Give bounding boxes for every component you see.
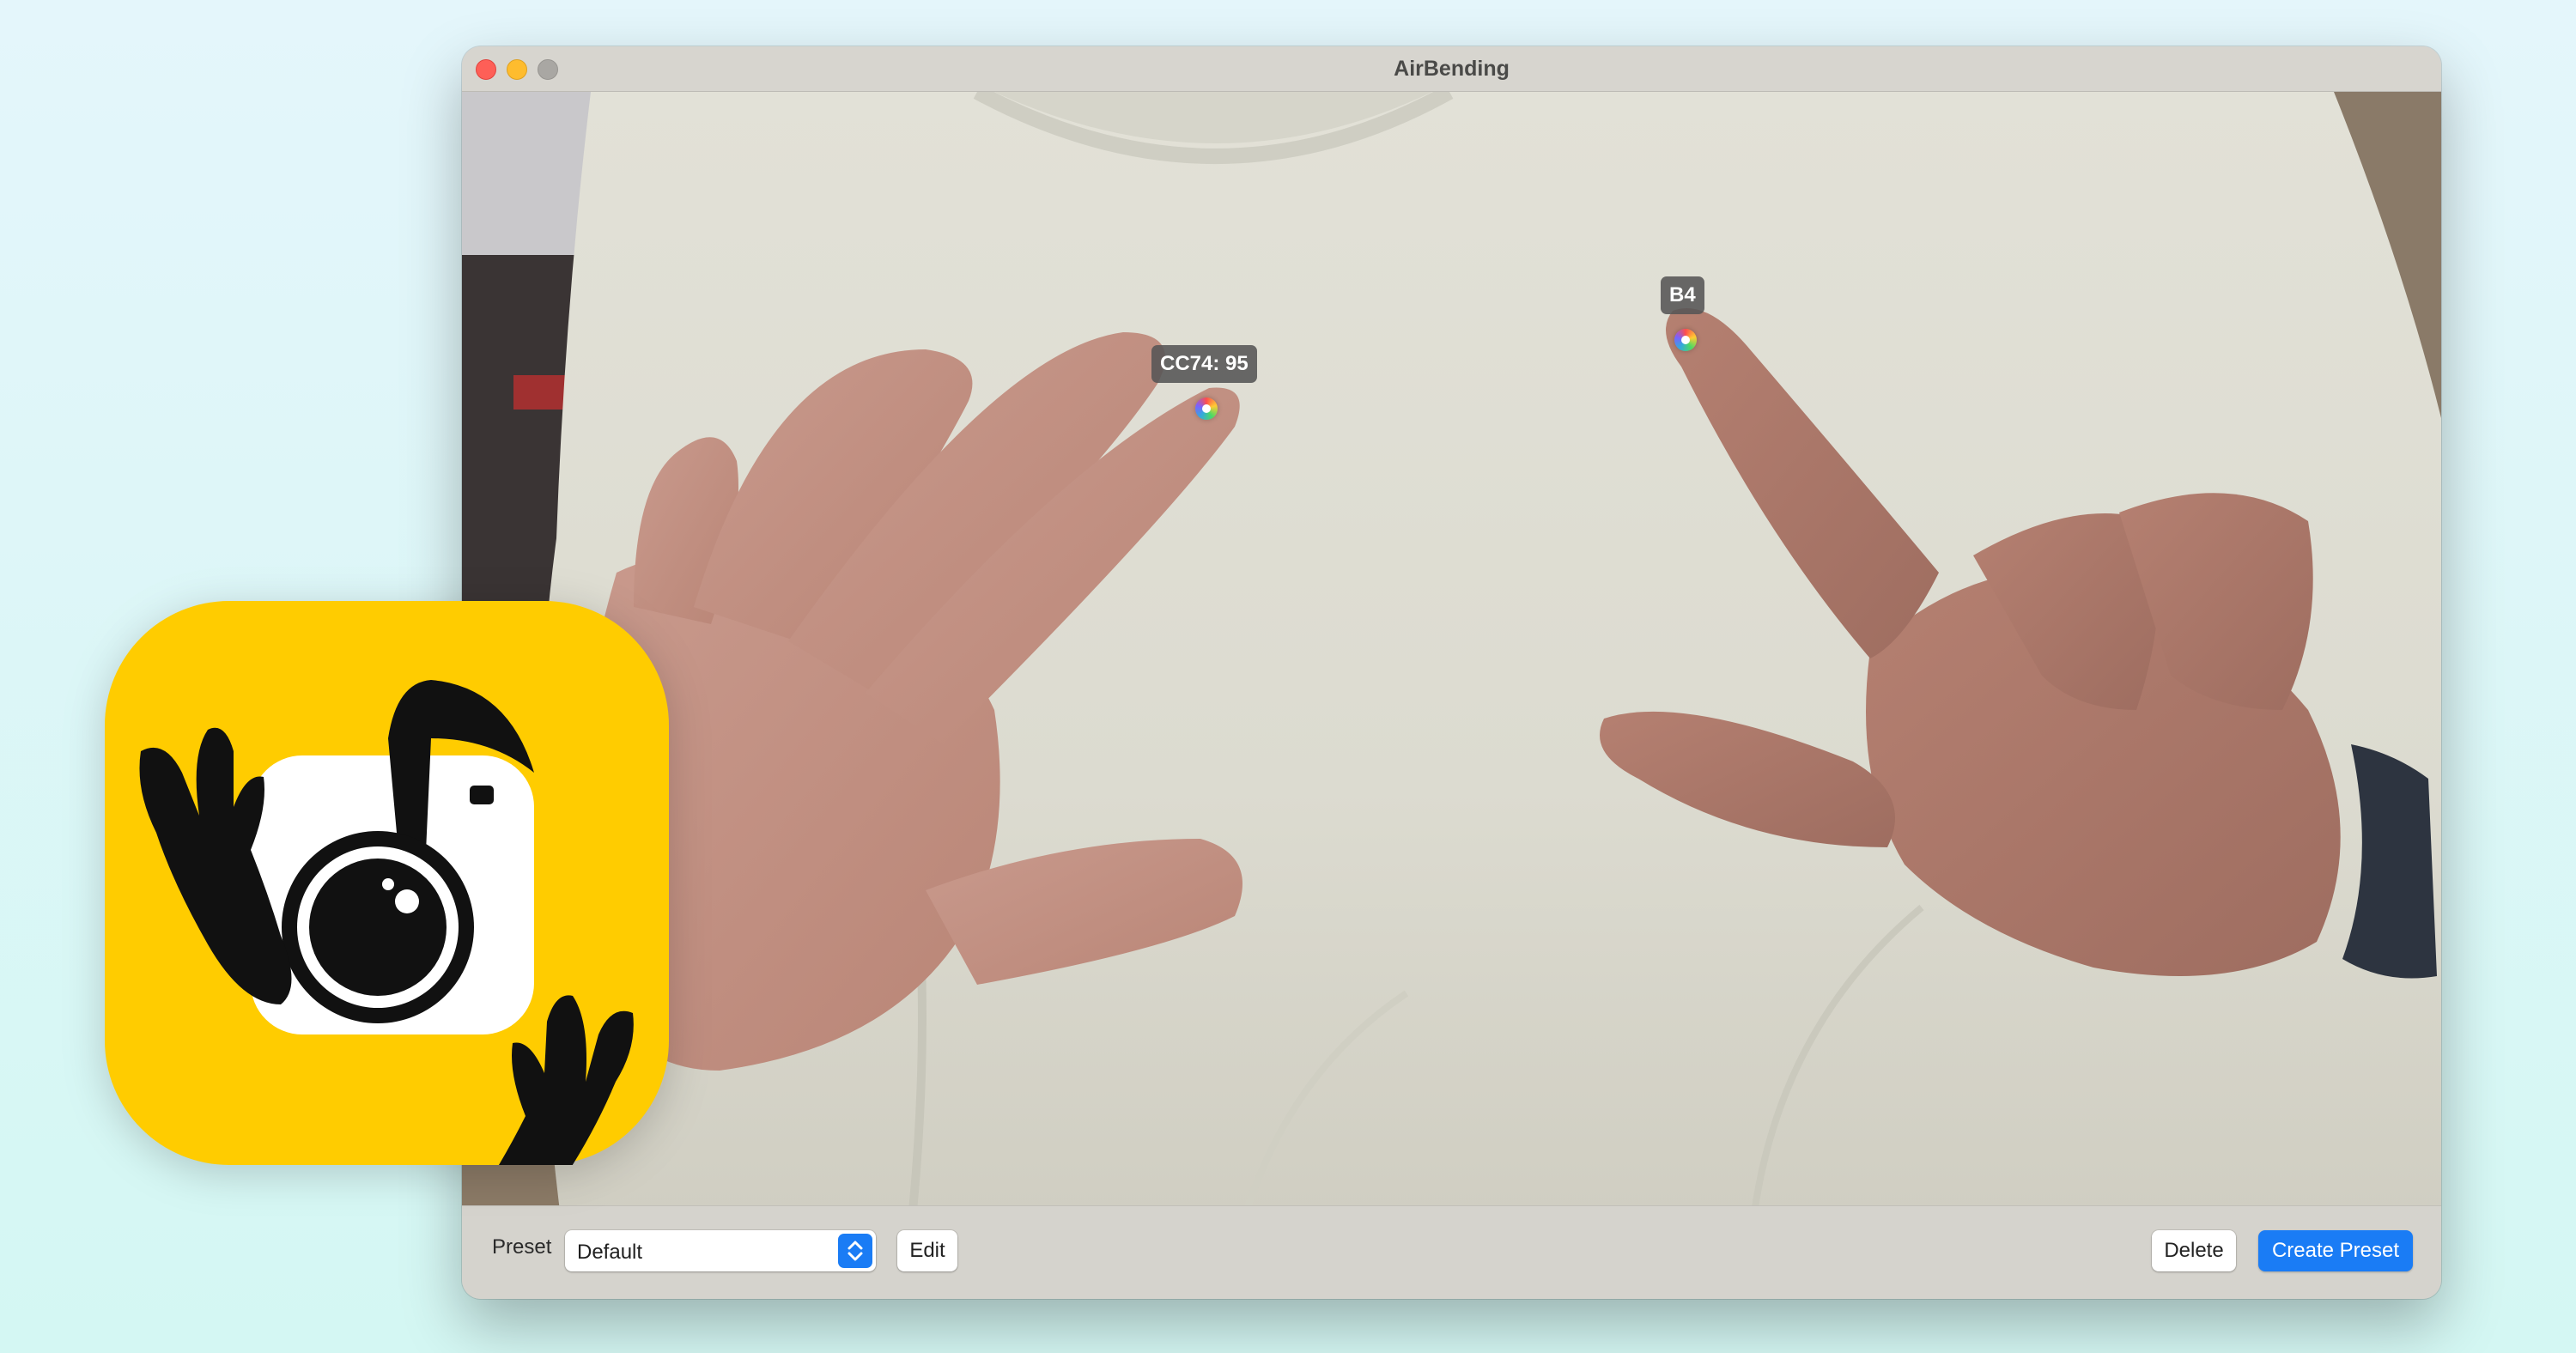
title-bar[interactable]: AirBending bbox=[462, 46, 2441, 92]
app-window: AirBending CC74: 95 B4 Preset Default Ed… bbox=[462, 46, 2441, 1299]
camera-preview: CC74: 95 B4 bbox=[462, 92, 2441, 1252]
camera-feed-image bbox=[462, 92, 2441, 1252]
finger-marker-index-right bbox=[1674, 329, 1697, 351]
finger-tag-left: CC74: 95 bbox=[1151, 345, 1257, 383]
finger-marker-index-left bbox=[1195, 397, 1218, 420]
edit-button[interactable]: Edit bbox=[897, 1230, 957, 1271]
camera-music-hands-icon bbox=[105, 601, 669, 1241]
preset-select[interactable]: Default bbox=[565, 1230, 876, 1271]
create-preset-button[interactable]: Create Preset bbox=[2258, 1230, 2413, 1271]
finger-tag-right: B4 bbox=[1661, 276, 1704, 314]
window-title: AirBending bbox=[1394, 57, 1510, 81]
up-down-chevron-icon bbox=[838, 1234, 872, 1268]
bottom-toolbar: Preset Default Edit Delete Create Preset bbox=[462, 1205, 2441, 1299]
preset-select-value: Default bbox=[577, 1241, 643, 1264]
preset-label: Preset bbox=[492, 1235, 552, 1259]
delete-button[interactable]: Delete bbox=[2152, 1230, 2236, 1271]
